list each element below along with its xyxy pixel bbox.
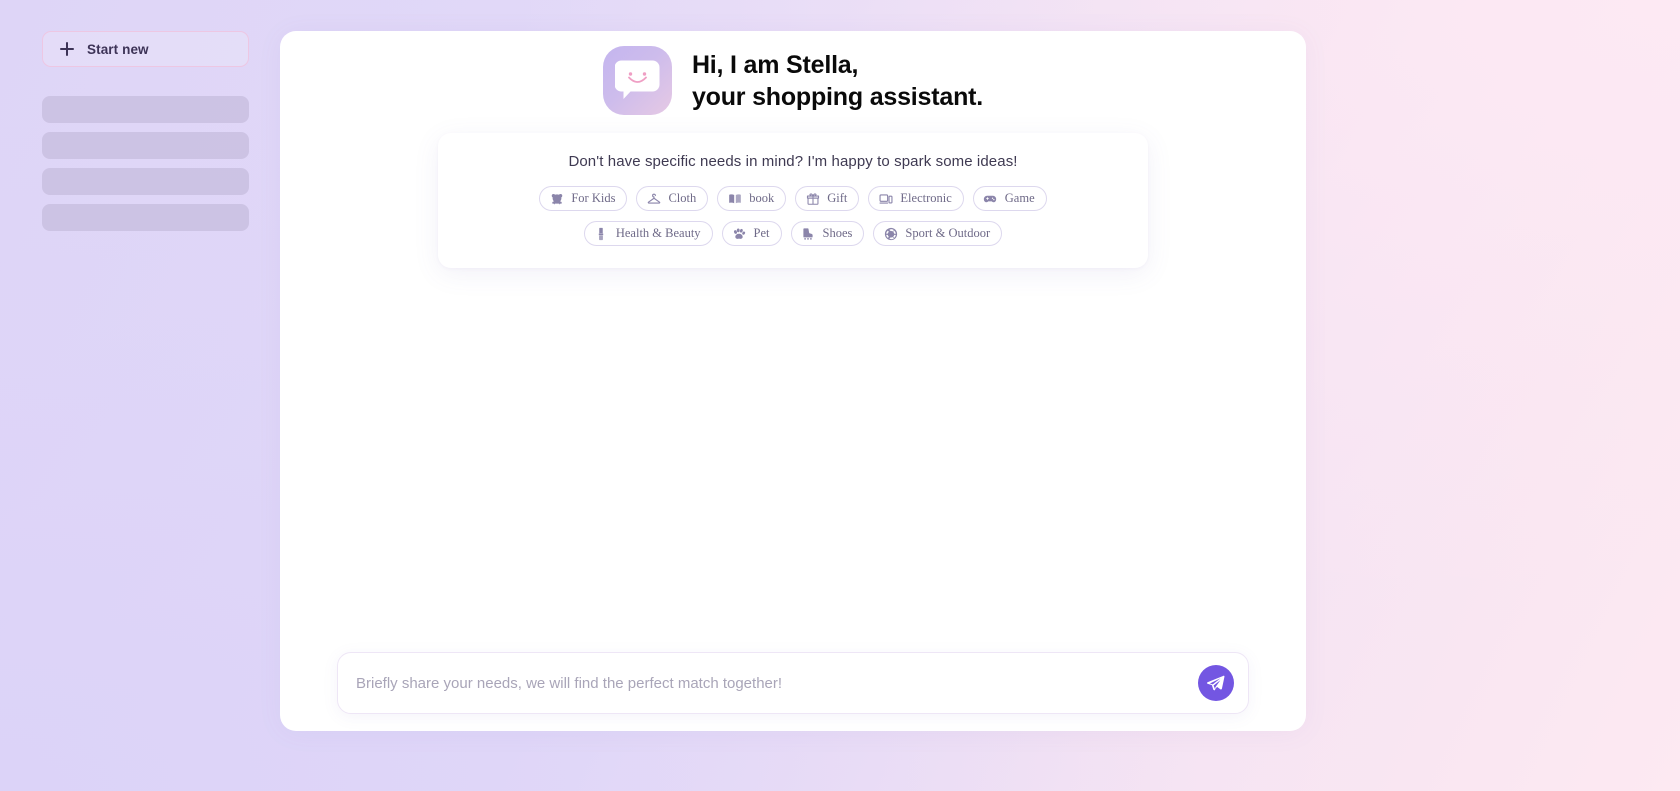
chat-panel: Hi, I am Stella, your shopping assistant… [280, 31, 1306, 731]
start-new-button[interactable]: Start new [42, 31, 249, 67]
category-chip-row: For Kids Cloth book Gift Electronic Game [539, 186, 1047, 211]
category-chip-label: Pet [753, 226, 770, 240]
category-chip-pet[interactable]: Pet [721, 221, 782, 246]
conversation-skeleton-item [42, 96, 249, 123]
conversation-skeleton-item [42, 204, 249, 231]
conversation-skeleton-item [42, 132, 249, 159]
basketball-icon [883, 226, 898, 241]
category-chip-label: Electronic [900, 191, 952, 205]
category-chip-book[interactable]: book [717, 186, 787, 211]
conversation-skeleton-list [42, 96, 249, 231]
category-chip-label: Gift [827, 191, 848, 205]
category-chip-label: Game [1004, 191, 1035, 205]
message-composer [337, 652, 1249, 714]
category-chip-electronic[interactable]: Electronic [868, 186, 964, 211]
teddy-bear-icon [549, 191, 564, 206]
smiley-chat-bubble-logo-icon [602, 46, 672, 115]
open-book-icon [727, 191, 742, 206]
category-chip-label: Shoes [822, 226, 853, 240]
paw-print-icon [732, 226, 747, 241]
conversation-skeleton-item [42, 168, 249, 195]
start-new-label: Start new [87, 41, 149, 57]
lipstick-icon [594, 226, 609, 241]
category-chip-label: For Kids [571, 191, 616, 205]
hero-title-line-2: your shopping assistant. [691, 82, 984, 111]
category-chip-sport-and-outdoor[interactable]: Sport & Outdoor [873, 221, 1003, 246]
sidebar: Start new [0, 31, 280, 791]
hero-title-line-1: Hi, I am Stella, [691, 50, 859, 79]
clothes-hanger-icon [646, 191, 661, 206]
paper-plane-icon [1206, 673, 1227, 693]
page-title: Hi, I am Stella, your shopping assistant… [692, 49, 983, 113]
suggestions-card: Don't have specific needs in mind? I'm h… [438, 133, 1148, 268]
gift-box-icon [805, 191, 820, 206]
suggestions-prompt: Don't have specific needs in mind? I'm h… [568, 153, 1018, 170]
laptop-icon [878, 191, 893, 206]
category-chip-label: Sport & Outdoor [905, 226, 991, 240]
category-chip-label: Health & Beauty [615, 226, 701, 240]
hero-header: Hi, I am Stella, your shopping assistant… [602, 46, 983, 115]
category-chip-label: Cloth [668, 191, 697, 205]
category-chip-cloth[interactable]: Cloth [636, 186, 709, 211]
category-chip-health-and-beauty[interactable]: Health & Beauty [583, 221, 713, 246]
send-button[interactable] [1198, 665, 1234, 701]
category-chip-game[interactable]: Game [972, 186, 1047, 211]
gamepad-icon [983, 191, 998, 206]
category-chip-for-kids[interactable]: For Kids [539, 186, 628, 211]
plus-icon [60, 42, 74, 56]
category-chip-shoes[interactable]: Shoes [790, 221, 865, 246]
category-chip-label: book [749, 191, 775, 205]
message-input[interactable] [350, 674, 1198, 692]
category-chip-row: Health & Beauty Pet Shoes Sport & Outdoo… [583, 221, 1003, 246]
category-chip-gift[interactable]: Gift [795, 186, 860, 211]
roller-skate-icon [801, 226, 816, 241]
